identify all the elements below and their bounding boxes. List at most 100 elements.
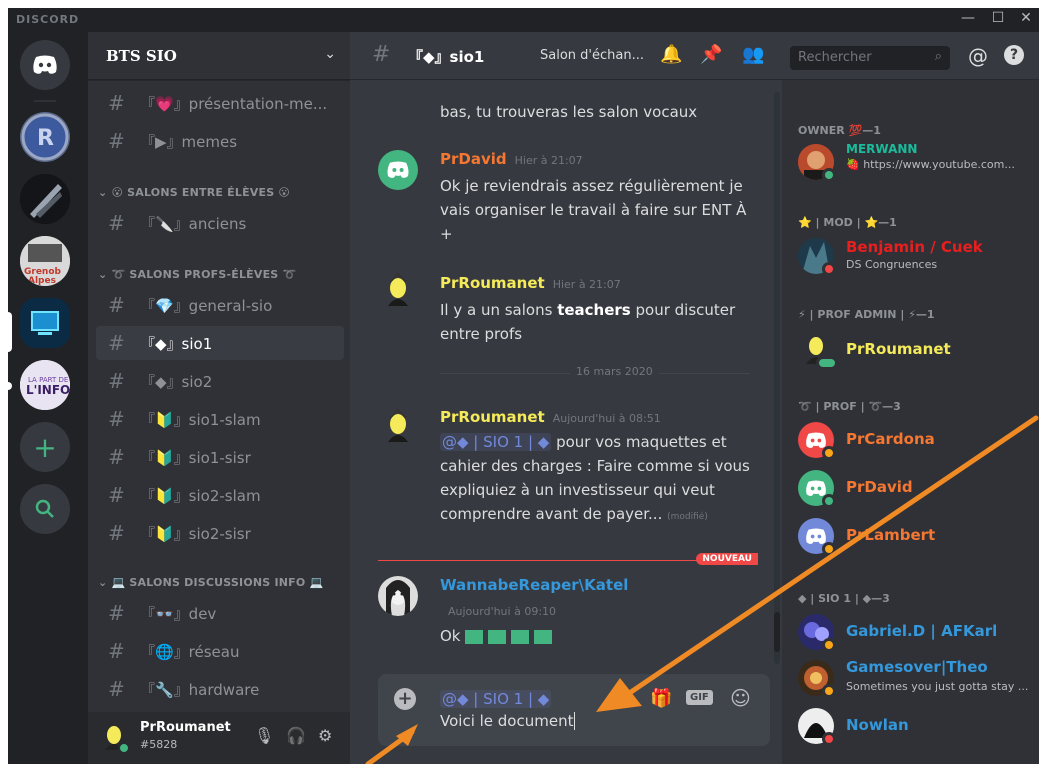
- message-timestamp: Hier à 21:07: [514, 154, 583, 167]
- channel-general-sio[interactable]: # 『💎』general-sio: [96, 288, 344, 322]
- channel-label: 『◆』sio1: [140, 334, 213, 353]
- channel-sio2-sisr[interactable]: # 『🔰』sio2-sisr: [96, 516, 344, 550]
- category-salons-entre-eleves[interactable]: ⌄ 😮 SALONS ENTRE ÉLÈVES 😮: [98, 186, 290, 199]
- channel-sidebar: BTS SIO ⌄ # 『💗』présentation-me... # 『▶』mem…: [88, 32, 350, 764]
- gift-icon[interactable]: 🎁: [650, 688, 672, 709]
- message-text: Ok: [440, 624, 750, 648]
- search-input[interactable]: Rechercher ⌕: [790, 46, 950, 70]
- channel-sio1[interactable]: # 『◆』sio1: [96, 326, 344, 360]
- edited-label: (modifié): [667, 512, 708, 522]
- explore-servers-button[interactable]: [20, 484, 70, 534]
- channel-label: 『🔧』hardware: [140, 680, 260, 699]
- message-author[interactable]: WannabeReaper\Katel: [440, 576, 628, 594]
- member-merwann[interactable]: MERWANN 🍓 https://www.youtube.com...: [798, 142, 1034, 186]
- svg-text:L'INFO: L'INFO: [26, 383, 70, 397]
- gear-icon[interactable]: ⚙: [318, 726, 332, 745]
- message-composer[interactable]: + @◆ | SIO 1 | ◆ Voici le document 🎁 GIF…: [378, 674, 770, 746]
- member-prdavid[interactable]: PrDavid: [798, 468, 1034, 512]
- guild-header[interactable]: BTS SIO ⌄: [88, 32, 350, 80]
- channel-sio1-sisr[interactable]: # 『🔰』sio1-sisr: [96, 440, 344, 474]
- member-gabriel[interactable]: Gabriel.D | AFKarl: [798, 612, 1034, 656]
- member-gamesover[interactable]: Gamesover|Theo Sometimes you just gotta …: [798, 658, 1034, 702]
- avatar[interactable]: [378, 576, 418, 616]
- channel-presentation[interactable]: # 『💗』présentation-me...: [96, 86, 344, 120]
- message-text: Il y a un salons teachers pour discuter …: [440, 301, 736, 343]
- channel-label: 『🌐』réseau: [140, 642, 240, 661]
- microphone-icon[interactable]: 🎙: [254, 726, 274, 745]
- pin-icon[interactable]: 📌: [700, 44, 722, 65]
- avatar[interactable]: [98, 722, 130, 754]
- channel-reseau[interactable]: # 『🌐』réseau: [96, 634, 344, 668]
- channel-sio2[interactable]: # 『◆』sio2: [96, 364, 344, 398]
- message-author[interactable]: PrDavid Hier à 21:07: [440, 150, 583, 168]
- member-prlambert[interactable]: PrLambert: [798, 516, 1034, 560]
- guild-name: BTS SIO: [106, 47, 177, 65]
- member-name: PrLambert: [846, 526, 936, 544]
- message-timestamp: Hier à 21:07: [552, 278, 621, 291]
- member-group-prof: ➰ | PROF | ➰—3: [798, 400, 901, 413]
- svg-text:R: R: [37, 126, 54, 151]
- message-timestamp: Aujourd'hui à 09:10: [448, 605, 557, 618]
- member-name: PrCardona: [846, 430, 935, 448]
- hash-icon: #: [108, 211, 125, 235]
- close-button[interactable]: ✕: [1014, 10, 1038, 26]
- avatar[interactable]: [378, 272, 418, 312]
- member-prcardona[interactable]: PrCardona: [798, 420, 1034, 464]
- upload-button[interactable]: +: [394, 688, 416, 710]
- server-r-icon[interactable]: R: [20, 112, 70, 162]
- members-icon[interactable]: 👥: [742, 44, 764, 65]
- home-button[interactable]: [20, 40, 70, 90]
- headphones-icon[interactable]: 🎧: [286, 726, 306, 745]
- member-benjamin[interactable]: Benjamin / Cuek DS Congruences: [798, 236, 1034, 280]
- avatar[interactable]: [378, 408, 418, 448]
- money-emoji-icon: [465, 629, 484, 644]
- channel-memes[interactable]: # 『▶』memes: [96, 124, 344, 158]
- role-mention[interactable]: @◆ | SIO 1 | ◆: [440, 433, 552, 451]
- channel-sio2-slam[interactable]: # 『🔰』sio2-slam: [96, 478, 344, 512]
- title-bar: DISCORD — ☐ ✕: [8, 8, 1039, 32]
- chevron-down-icon: ⌄: [324, 46, 336, 62]
- minimize-button[interactable]: —: [956, 10, 980, 26]
- mention-icon[interactable]: @: [968, 44, 988, 68]
- chat-scrollbar[interactable]: [774, 92, 780, 664]
- add-server-button[interactable]: +: [20, 422, 70, 472]
- channel-hardware[interactable]: # 『🔧』hardware: [96, 672, 344, 706]
- scroll-thumb[interactable]: [774, 612, 780, 652]
- discord-logo-icon: [33, 55, 57, 74]
- server-lart-de-linfo-icon[interactable]: LA PART DE L'INFO: [20, 360, 70, 410]
- member-status: Sometimes you just gotta stay ...: [846, 680, 1029, 693]
- channel-dev[interactable]: # 『👓』dev: [96, 596, 344, 630]
- hash-icon: #: [372, 42, 391, 67]
- hash-icon: #: [108, 677, 125, 701]
- category-salons-discussions-info[interactable]: ⌄ 💻 SALONS DISCUSSIONS INFO 💻: [98, 576, 323, 589]
- help-icon[interactable]: ?: [1004, 45, 1024, 65]
- channel-anciens[interactable]: # 『🔪』anciens: [96, 206, 344, 240]
- channel-label: 『🔪』anciens: [140, 214, 247, 233]
- message-text: bas, tu trouveras les salon vocaux: [440, 103, 698, 121]
- active-server-pill: [8, 312, 12, 352]
- channel-topic[interactable]: Salon d'échan...: [540, 48, 644, 63]
- svg-text:Alpes: Alpes: [28, 276, 56, 286]
- hash-icon: #: [108, 445, 125, 469]
- channel-sio1-slam[interactable]: # 『🔰』sio1-slam: [96, 402, 344, 436]
- discord-window: DISCORD — ☐ ✕ R Grenob Alpes LA PART DE L'…: [8, 8, 1039, 764]
- emoji-icon[interactable]: ☺: [730, 686, 751, 710]
- maximize-button[interactable]: ☐: [986, 10, 1010, 26]
- message-input[interactable]: Voici le document: [440, 712, 576, 730]
- bell-icon[interactable]: 🔔: [660, 44, 682, 65]
- server-bts-sio-icon[interactable]: [20, 298, 70, 348]
- idle-status-dot: [822, 446, 836, 460]
- server-grenoble-icon[interactable]: Grenob Alpes: [20, 236, 70, 286]
- member-prroumanet[interactable]: PrRoumanet: [798, 330, 1034, 374]
- message-author[interactable]: PrRoumanet Hier à 21:07: [440, 274, 621, 292]
- member-nowlan[interactable]: Nowlan: [798, 706, 1034, 750]
- hash-icon: #: [108, 407, 125, 431]
- member-group-sio1: ◆ | SIO 1 | ◆—3: [798, 592, 890, 605]
- message-author[interactable]: PrRoumanet Aujourd'hui à 08:51: [440, 408, 661, 426]
- unread-pill: [8, 382, 12, 390]
- avatar[interactable]: [378, 150, 418, 190]
- hash-icon: #: [108, 639, 125, 663]
- gif-button[interactable]: GIF: [686, 690, 713, 705]
- server-blades-icon[interactable]: [20, 174, 70, 224]
- category-salons-profs-eleves[interactable]: ⌄ ➰ SALONS PROFS-ÉLÈVES ➰: [98, 268, 296, 281]
